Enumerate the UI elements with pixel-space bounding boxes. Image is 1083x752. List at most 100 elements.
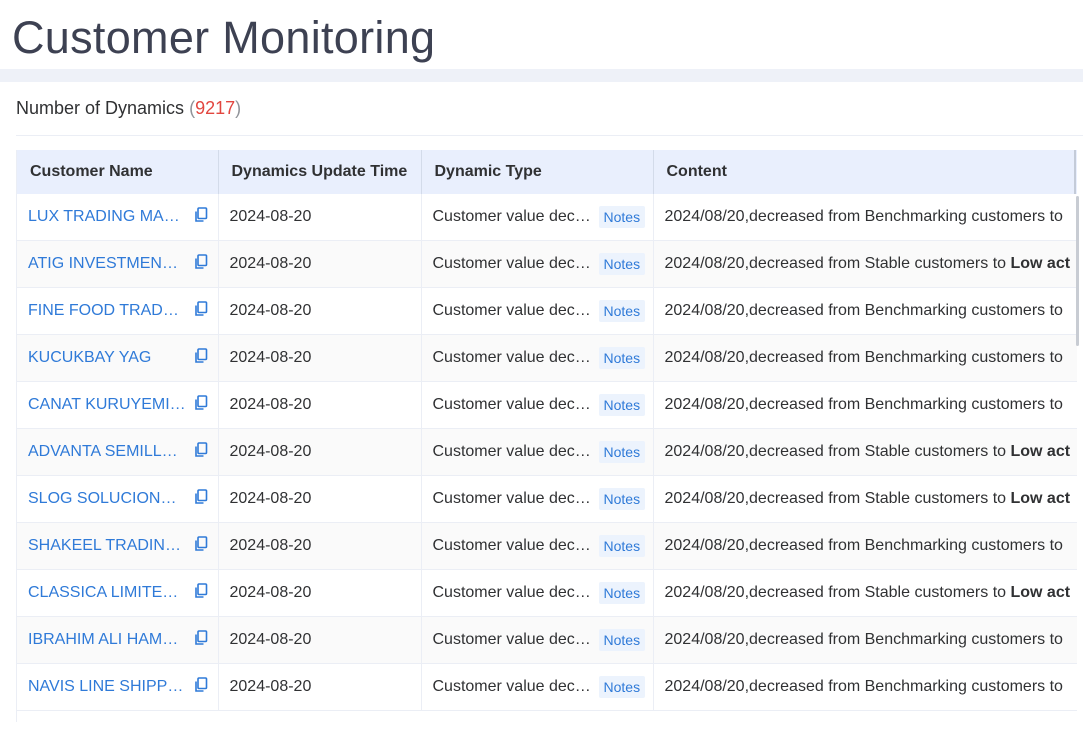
notes-tag[interactable]: Notes <box>598 394 646 416</box>
customer-name-link[interactable]: ADVANTA SEMILLAS ... <box>28 443 186 461</box>
dynamic-type-text: Customer value decli... <box>432 208 593 225</box>
content-bold: Low act <box>1010 255 1071 272</box>
content-text: 2024/08/20,decreased from Benchmarking c… <box>664 537 1063 554</box>
notes-tag[interactable]: Notes <box>598 206 646 228</box>
customer-name-cell: ADVANTA SEMILLAS ... <box>17 428 219 476</box>
copy-icon[interactable] <box>194 395 208 411</box>
content-text: 2024/08/20,decreased from Stable custome… <box>664 443 1071 460</box>
table-row[interactable]: CANAT KURUYEMIS ... 2024-08-20 Customer … <box>17 381 1077 429</box>
copy-icon[interactable] <box>194 536 208 552</box>
update-time: 2024-08-20 <box>229 537 312 554</box>
customer-name-cell: IBRAHIM ALI HAMZA... <box>17 616 219 664</box>
copy-icon[interactable] <box>194 630 208 646</box>
content-text: 2024/08/20,decreased from Benchmarking c… <box>664 349 1063 366</box>
customer-name-link[interactable]: FINE FOOD TRADERS <box>28 302 186 320</box>
copy-icon[interactable] <box>194 489 208 505</box>
update-time: 2024-08-20 <box>229 631 312 648</box>
column-header-customer-name[interactable]: Customer Name <box>17 150 219 194</box>
copy-icon[interactable] <box>194 677 208 693</box>
dynamic-type-text: Customer value decli... <box>432 490 593 507</box>
table-row[interactable]: ADVANTA SEMILLAS ... 2024-08-20 Customer… <box>17 428 1077 476</box>
update-time: 2024-08-20 <box>229 678 312 695</box>
content-text: 2024/08/20,decreased from Stable custome… <box>664 255 1071 272</box>
notes-tag[interactable]: Notes <box>598 488 646 510</box>
update-time: 2024-08-20 <box>229 208 312 225</box>
content-text: 2024/08/20,decreased from Benchmarking c… <box>664 631 1063 648</box>
content-cell: 2024/08/20,decreased from Benchmarking c… <box>653 663 1077 711</box>
update-time: 2024-08-20 <box>229 584 312 601</box>
update-time: 2024-08-20 <box>229 490 312 507</box>
customer-name-link[interactable]: ATIG INVESTMENT L... <box>28 255 186 273</box>
copy-icon[interactable] <box>194 348 208 364</box>
notes-tag[interactable]: Notes <box>598 582 646 604</box>
column-header-dynamic-type[interactable]: Dynamic Type <box>421 150 654 194</box>
dynamic-type-text: Customer value decli... <box>432 537 593 554</box>
customer-name-link[interactable]: NAVIS LINE SHIPPIN... <box>28 678 186 696</box>
notes-tag[interactable]: Notes <box>598 629 646 651</box>
customer-name-cell: LUX TRADING MAX ... <box>17 194 219 241</box>
customer-name-cell: NAVIS LINE SHIPPIN... <box>17 663 219 711</box>
dynamic-type-text: Customer value decli... <box>432 255 593 272</box>
table-row[interactable]: SLOG SOLUCIONES L... 2024-08-20 Customer… <box>17 475 1077 523</box>
dynamic-type-cell: Customer value decli... Notes <box>421 522 654 570</box>
dynamic-type-cell: Customer value decli... Notes <box>421 616 654 664</box>
copy-icon[interactable] <box>194 442 208 458</box>
column-header-update-time[interactable]: Dynamics Update Time <box>218 150 422 194</box>
content-cell: 2024/08/20,decreased from Stable custome… <box>653 475 1077 523</box>
customer-name-link[interactable]: KUCUKBAY YAG <box>28 349 151 367</box>
update-time-cell: 2024-08-20 <box>218 475 422 523</box>
copy-icon[interactable] <box>194 207 208 223</box>
customer-name-link[interactable]: SHAKEEL TRADING C... <box>28 537 186 555</box>
notes-tag[interactable]: Notes <box>598 300 646 322</box>
table-row[interactable]: FINE FOOD TRADERS 2024-08-20 Customer va… <box>17 287 1077 335</box>
notes-tag[interactable]: Notes <box>598 676 646 698</box>
copy-icon[interactable] <box>194 583 208 599</box>
content-text: 2024/08/20,decreased from Benchmarking c… <box>664 396 1063 413</box>
page-title: Customer Monitoring <box>12 12 436 63</box>
table-row[interactable]: LUX TRADING MAX ... 2024-08-20 Customer … <box>17 194 1077 241</box>
content-bold: Low act <box>1010 490 1071 507</box>
customer-name-cell: FINE FOOD TRADERS <box>17 287 219 335</box>
header-edge <box>1074 150 1076 194</box>
dynamic-type-text: Customer value decli... <box>432 349 593 366</box>
dynamic-type-cell: Customer value decli... Notes <box>421 428 654 476</box>
customer-name-link[interactable]: IBRAHIM ALI HAMZA... <box>28 631 186 649</box>
table-row[interactable]: IBRAHIM ALI HAMZA... 2024-08-20 Customer… <box>17 616 1077 664</box>
column-header-content[interactable]: Content <box>653 150 1077 194</box>
dynamics-count: Number of Dynamics (9217) <box>16 95 241 121</box>
table-row[interactable]: ATIG INVESTMENT L... 2024-08-20 Customer… <box>17 240 1077 288</box>
dynamic-type-cell: Customer value decli... Notes <box>421 381 654 429</box>
customer-name-cell: CLASSICA LIMITED P... <box>17 569 219 617</box>
update-time-cell: 2024-08-20 <box>218 522 422 570</box>
content-cell: 2024/08/20,decreased from Benchmarking c… <box>653 334 1077 382</box>
content-cell: 2024/08/20,decreased from Benchmarking c… <box>653 522 1077 570</box>
content-cell: 2024/08/20,decreased from Stable custome… <box>653 240 1077 288</box>
notes-tag[interactable]: Notes <box>598 347 646 369</box>
update-time-cell: 2024-08-20 <box>218 334 422 382</box>
notes-tag[interactable]: Notes <box>598 535 646 557</box>
content-text: 2024/08/20,decreased from Stable custome… <box>664 584 1071 601</box>
customer-name-link[interactable]: CANAT KURUYEMIS ... <box>28 396 186 414</box>
customer-name-link[interactable]: LUX TRADING MAX ... <box>28 208 186 226</box>
table-row[interactable]: SHAKEEL TRADING C... 2024-08-20 Customer… <box>17 522 1077 570</box>
notes-tag[interactable]: Notes <box>598 441 646 463</box>
content-text: 2024/08/20,decreased from Benchmarking c… <box>664 302 1063 319</box>
update-time-cell: 2024-08-20 <box>218 381 422 429</box>
table-row[interactable]: NAVIS LINE SHIPPIN... 2024-08-20 Custome… <box>17 663 1077 711</box>
content-text: 2024/08/20,decreased from Benchmarking c… <box>664 678 1063 695</box>
table-row[interactable]: KUCUKBAY YAG 2024-08-20 Customer value d… <box>17 334 1077 382</box>
customer-name-link[interactable]: CLASSICA LIMITED P... <box>28 584 186 602</box>
update-time: 2024-08-20 <box>229 349 312 366</box>
copy-icon[interactable] <box>194 301 208 317</box>
vertical-scrollbar[interactable] <box>1076 196 1079 346</box>
content-bold: Low act <box>1010 584 1071 601</box>
content-text: 2024/08/20,decreased from Stable custome… <box>664 490 1071 507</box>
customer-name-link[interactable]: SLOG SOLUCIONES L... <box>28 490 186 508</box>
copy-icon[interactable] <box>194 254 208 270</box>
dynamics-count-value: 9217 <box>195 98 236 118</box>
table-row[interactable]: CLASSICA LIMITED P... 2024-08-20 Custome… <box>17 569 1077 617</box>
dynamics-table: Customer Name Dynamics Update Time Dynam… <box>16 150 1077 722</box>
update-time-cell: 2024-08-20 <box>218 240 422 288</box>
dynamics-count-label: Number of Dynamics <box>16 98 185 118</box>
notes-tag[interactable]: Notes <box>598 253 646 275</box>
